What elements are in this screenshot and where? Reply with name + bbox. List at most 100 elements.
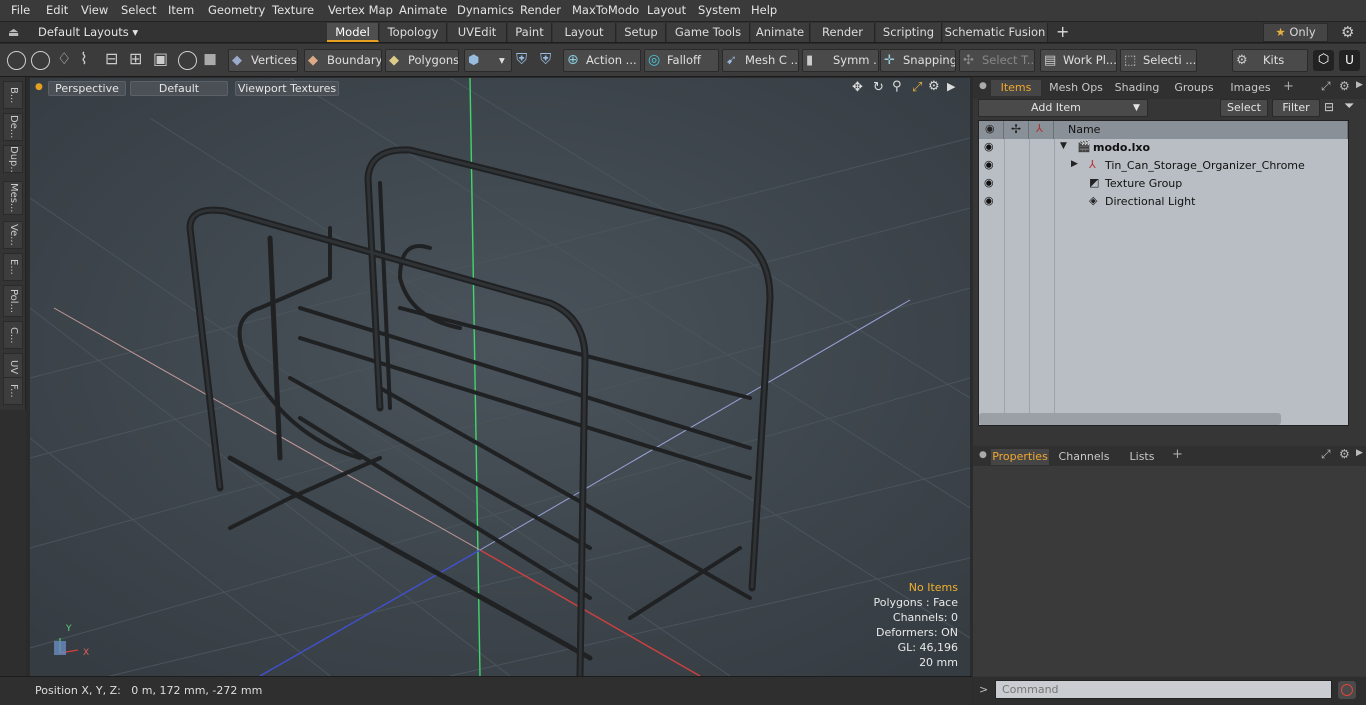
only-toggle[interactable]: ★ Only (1263, 23, 1328, 42)
tab-mesh-ops[interactable]: Mesh Ops (1045, 80, 1107, 96)
menu-item[interactable]: Item (168, 3, 194, 17)
add-props-tab-icon[interactable]: + (1172, 447, 1183, 462)
panel-menu-arrow-icon[interactable]: ▶ (1356, 80, 1363, 90)
select-button[interactable]: Select (1220, 99, 1268, 117)
tab-mesh-edit[interactable]: Mes... (3, 181, 23, 215)
unity-icon[interactable]: ⬡ (1313, 50, 1334, 71)
tab-items[interactable]: Items (991, 80, 1041, 96)
tab-schematic-fusion[interactable]: Schematic Fusion (943, 23, 1048, 42)
tab-uvedit[interactable]: UVEdit (448, 23, 507, 42)
mesh-constraint-button[interactable]: ➹ Mesh C ... (722, 49, 799, 72)
home-icon[interactable]: ⏏ (8, 25, 19, 39)
menu-help[interactable]: Help (751, 3, 777, 17)
tab-images[interactable]: Images (1223, 80, 1278, 96)
tab-shading[interactable]: Shading (1109, 80, 1165, 96)
viewport-dot-icon[interactable]: ● (35, 82, 43, 92)
record-button[interactable] (1338, 681, 1356, 699)
lock-column-header[interactable]: ✢ (1004, 121, 1029, 139)
props-dot-icon[interactable]: ● (979, 450, 987, 460)
tab-edge[interactable]: E... (3, 253, 23, 281)
tab-channels[interactable]: Channels (1053, 449, 1115, 465)
menu-animate[interactable]: Animate (399, 3, 447, 17)
item-mode-button[interactable]: ⬢ ▾ (464, 49, 512, 72)
orbit-icon[interactable]: ↻ (873, 80, 884, 95)
filter-button[interactable]: Filter (1272, 99, 1320, 117)
menu-geometry[interactable]: Geometry (208, 3, 265, 17)
eye-icon[interactable]: ◉ (984, 140, 997, 153)
unreal-icon[interactable]: U (1339, 50, 1360, 71)
globe-icon[interactable] (31, 51, 50, 70)
funnel-icon[interactable]: ⏷ (1344, 99, 1354, 114)
menu-render[interactable]: Render (520, 3, 561, 17)
panel-dot-icon[interactable]: ● (979, 81, 987, 91)
tab-setup[interactable]: Setup (617, 23, 666, 42)
list-item[interactable]: ◉ ▼ 🎬 modo.lxo (979, 139, 1348, 157)
tab-model[interactable]: Model (327, 23, 379, 42)
pan-icon[interactable]: ✥ (852, 80, 863, 95)
expand-panel-icon[interactable]: ⤢ (1321, 79, 1331, 94)
work-plane-button[interactable]: ▤ Work Pl... (1040, 49, 1117, 72)
expand-arrow-icon[interactable]: ▼ (1060, 141, 1067, 151)
add-tab-icon[interactable]: + (1056, 22, 1069, 41)
menu-file[interactable]: File (11, 3, 30, 17)
collapse-icon[interactable]: ⊟ (1324, 100, 1334, 114)
tab-properties[interactable]: Properties (991, 449, 1049, 465)
menu-maxtomodo[interactable]: MaxToModo (572, 3, 639, 17)
collapse-arrow-icon[interactable]: ▶ (1071, 159, 1078, 169)
rotate-icon[interactable] (178, 51, 197, 70)
fit-icon[interactable]: ⤢ (912, 80, 922, 95)
type-column-header[interactable]: ⅄ (1029, 121, 1054, 139)
action-center-button[interactable]: ⊕ Action ... (563, 49, 641, 72)
eye-icon[interactable]: ◉ (984, 176, 997, 189)
eye-icon[interactable]: ◉ (984, 194, 997, 207)
polygons-button[interactable]: ◆ Polygons (385, 49, 459, 72)
tab-animate[interactable]: Animate (751, 23, 810, 42)
menu-select[interactable]: Select (121, 3, 156, 17)
snap-element-icon[interactable]: ▣ (153, 49, 168, 68)
pen-icon[interactable]: ♢ (57, 49, 71, 68)
boundary-button[interactable]: ◆ Boundary (304, 49, 382, 72)
view-type-button[interactable]: Perspective (48, 81, 126, 96)
kits-button[interactable]: ⚙ Kits (1232, 49, 1308, 72)
zoom-icon[interactable]: ⚲ (892, 79, 902, 94)
viewport-gear-icon[interactable]: ⚙ (928, 79, 940, 94)
brush-icon[interactable]: ⌇ (80, 49, 88, 68)
menu-vertex-map[interactable]: Vertex Map (328, 3, 393, 17)
name-column-header[interactable]: Name (1054, 121, 1348, 139)
expand-props-icon[interactable]: ⤢ (1321, 447, 1331, 462)
menu-edit[interactable]: Edit (46, 3, 68, 17)
list-item[interactable]: ◉ ◩ Texture Group (979, 175, 1348, 193)
menu-system[interactable]: System (698, 3, 741, 17)
tab-game-tools[interactable]: Game Tools (667, 23, 750, 42)
gear-icon[interactable]: ⚙ (1341, 23, 1354, 41)
tab-deform[interactable]: De... (3, 113, 23, 141)
menu-view[interactable]: View (81, 3, 108, 17)
align-icon[interactable]: ⊟ (105, 49, 118, 68)
menu-dynamics[interactable]: Dynamics (457, 3, 514, 17)
add-item-button[interactable]: Add Item ▼ (978, 99, 1148, 117)
tab-topology[interactable]: Topology (380, 23, 447, 42)
eye-icon[interactable]: ◉ (984, 158, 997, 171)
tab-lists[interactable]: Lists (1119, 449, 1165, 465)
command-input[interactable] (995, 680, 1332, 699)
tab-duplicate[interactable]: Dup... (3, 145, 23, 173)
panel-gear-icon[interactable]: ⚙ (1339, 79, 1350, 93)
list-item[interactable]: ◉ ▶ ⅄ Tin_Can_Storage_Organizer_Chrome (979, 157, 1348, 175)
horizontal-scrollbar[interactable] (979, 413, 1281, 425)
add-panel-tab-icon[interactable]: + (1283, 79, 1294, 94)
list-item[interactable]: ◉ ◈ Directional Light (979, 193, 1348, 211)
viewport-textures-button[interactable]: Viewport Textures (235, 81, 339, 96)
menu-texture[interactable]: Texture (272, 3, 314, 17)
tab-vertex[interactable]: Ve... (3, 221, 23, 249)
vertices-button[interactable]: ◆ Vertices (228, 49, 298, 72)
select-through-button[interactable]: ✣ Select T... (959, 49, 1035, 72)
snapping-button[interactable]: ✛ Snapping (880, 49, 956, 72)
cube-icon[interactable]: ◼ (203, 49, 217, 69)
layout-dropdown[interactable]: Default Layouts ▾ (38, 25, 138, 39)
tab-groups[interactable]: Groups (1167, 80, 1221, 96)
falloff-button[interactable]: ◎ Falloff (644, 49, 719, 72)
tab-polygon[interactable]: Pol... (3, 285, 23, 317)
menu-layout[interactable]: Layout (647, 3, 686, 17)
shading-button[interactable]: Default (130, 81, 228, 96)
visibility-column-header[interactable]: ◉ (979, 121, 1004, 139)
